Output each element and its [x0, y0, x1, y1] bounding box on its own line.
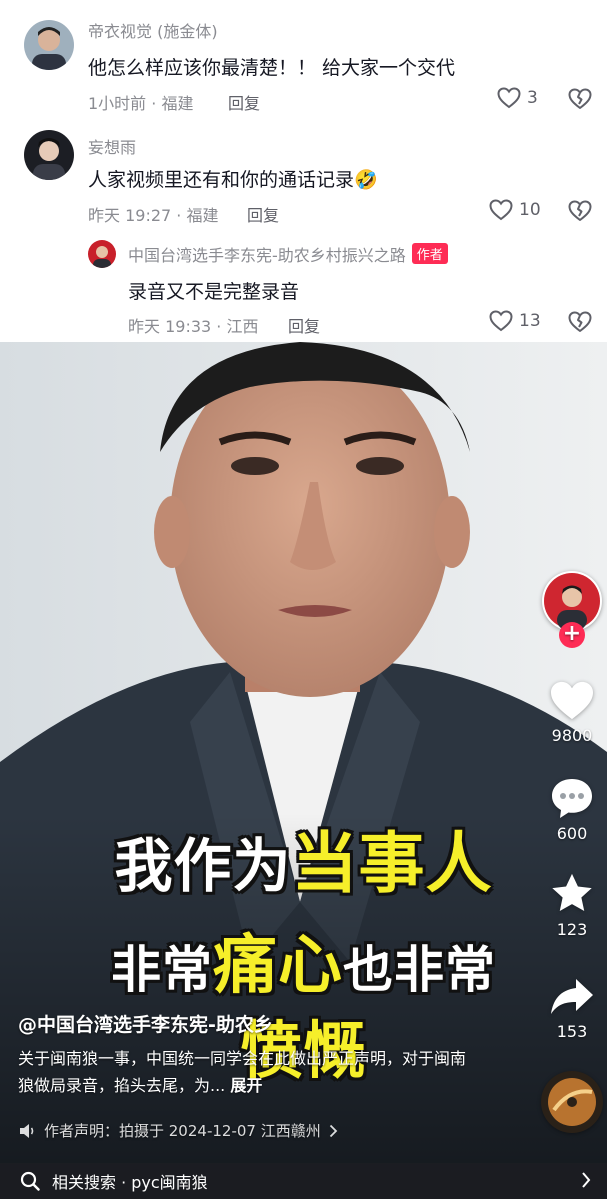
share-button[interactable]: 153	[537, 976, 607, 1041]
music-disc-icon	[541, 1071, 603, 1133]
caption-white-text: 我作为	[114, 832, 292, 900]
comment-like-count: 3	[527, 88, 538, 108]
favorite-button[interactable]: 123	[537, 872, 607, 939]
comment-count: 600	[556, 824, 588, 843]
author-badge: 作者	[411, 243, 448, 264]
comment-like-button[interactable]: 10	[489, 199, 541, 221]
caption-line-1: 我作为当事人	[0, 810, 607, 906]
comment-item: 妄想雨 人家视频里还有和你的通话记录🤣 昨天 19:27 · 福建 回复 10	[0, 120, 607, 230]
share-arrow-icon	[551, 979, 593, 1014]
author-statement-text: 作者声明：拍摄于 2024-12-07 江西赣州	[44, 1122, 321, 1140]
share-count: 153	[556, 1022, 588, 1041]
caption-line-2: 非常痛心也非常	[0, 914, 607, 1006]
comment-item: 帝衣视觉 (施金体) 他怎么样应该你最清楚！！ 给大家一个交代 1小时前 · 福…	[0, 0, 607, 120]
follow-button[interactable]: +	[559, 622, 585, 648]
broken-heart-icon	[568, 88, 592, 109]
caption-white-text: 也非常	[343, 941, 496, 999]
comment-time-location: 昨天 19:27 · 福建	[88, 206, 219, 225]
comment-like-button[interactable]: 3	[497, 87, 538, 109]
comments-panel: 帝衣视觉 (施金体) 他怎么样应该你最清楚！！ 给大家一个交代 1小时前 · 福…	[0, 0, 607, 342]
reply-comment-item: 中国台湾选手李东宪-助农乡村振兴之路 作者 录音又不是完整录音 昨天 19:33 …	[0, 230, 607, 342]
video-description: 关于闽南狼一事，中国统一同学会在此做出严正声明，对于闽南狼做局录音，掐头去尾，为…	[18, 1045, 468, 1099]
reply-button[interactable]: 回复	[288, 313, 320, 337]
caption-yellow-text: 当事人	[291, 825, 493, 902]
comment-text: 录音又不是完整录音	[128, 281, 300, 303]
reply-username-text: 中国台湾选手李东宪-助农乡村振兴之路	[128, 246, 406, 265]
comment-text: 人家视频里还有和你的通话记录🤣	[88, 169, 378, 191]
reply-button[interactable]: 回复	[247, 202, 279, 226]
related-search-bar[interactable]: 相关搜索 · pyc闽南狼	[0, 1163, 607, 1199]
avatar[interactable]	[88, 240, 116, 268]
comment-dislike-button[interactable]	[568, 311, 592, 333]
chevron-right-icon	[582, 1172, 591, 1188]
comment-time-location: 1小时前 · 福建	[88, 94, 194, 113]
comment-text: 他怎么样应该你最清楚！！ 给大家一个交代	[88, 57, 456, 79]
star-icon	[552, 873, 592, 912]
expand-description-button[interactable]: 展开	[230, 1076, 262, 1095]
related-search-text: 相关搜索 · pyc闽南狼	[52, 1173, 208, 1192]
heart-outline-icon	[489, 310, 513, 332]
caption-yellow-text: 痛心	[213, 929, 343, 1003]
heart-outline-icon	[489, 199, 513, 221]
comment-username[interactable]: 妄想雨	[88, 134, 136, 158]
search-icon	[20, 1171, 40, 1191]
comment-username[interactable]: 帝衣视觉 (施金体)	[88, 18, 218, 42]
comment-dislike-button[interactable]	[568, 88, 592, 110]
video-author-link[interactable]: @中国台湾选手李东宪-助农乡	[18, 1010, 273, 1037]
speaker-icon	[20, 1123, 34, 1138]
comment-button[interactable]: 600	[537, 776, 607, 843]
like-count: 9800	[551, 726, 593, 745]
caption-white-text: 非常	[111, 941, 213, 999]
creator-avatar-button[interactable]: +	[537, 570, 607, 650]
comment-like-count: 10	[519, 200, 541, 220]
comment-username[interactable]: 中国台湾选手李东宪-助农乡村振兴之路 作者	[128, 242, 448, 266]
comment-time-location: 昨天 19:33 · 江西	[128, 317, 259, 336]
like-button[interactable]: 9800	[537, 680, 607, 745]
broken-heart-icon	[568, 311, 592, 332]
favorite-count: 123	[556, 920, 588, 939]
reply-button[interactable]: 回复	[228, 90, 260, 114]
heart-icon	[551, 681, 593, 720]
author-statement[interactable]: 作者声明：拍摄于 2024-12-07 江西赣州	[18, 1120, 338, 1141]
heart-outline-icon	[497, 87, 521, 109]
comment-like-count: 13	[519, 311, 541, 331]
avatar[interactable]	[24, 130, 74, 180]
comment-bubble-icon	[552, 779, 592, 818]
music-disc-button[interactable]	[537, 1070, 607, 1138]
broken-heart-icon	[568, 200, 592, 221]
comment-like-button[interactable]: 13	[489, 310, 541, 332]
chevron-right-icon	[329, 1124, 337, 1137]
avatar[interactable]	[24, 20, 74, 70]
comment-dislike-button[interactable]	[568, 200, 592, 222]
